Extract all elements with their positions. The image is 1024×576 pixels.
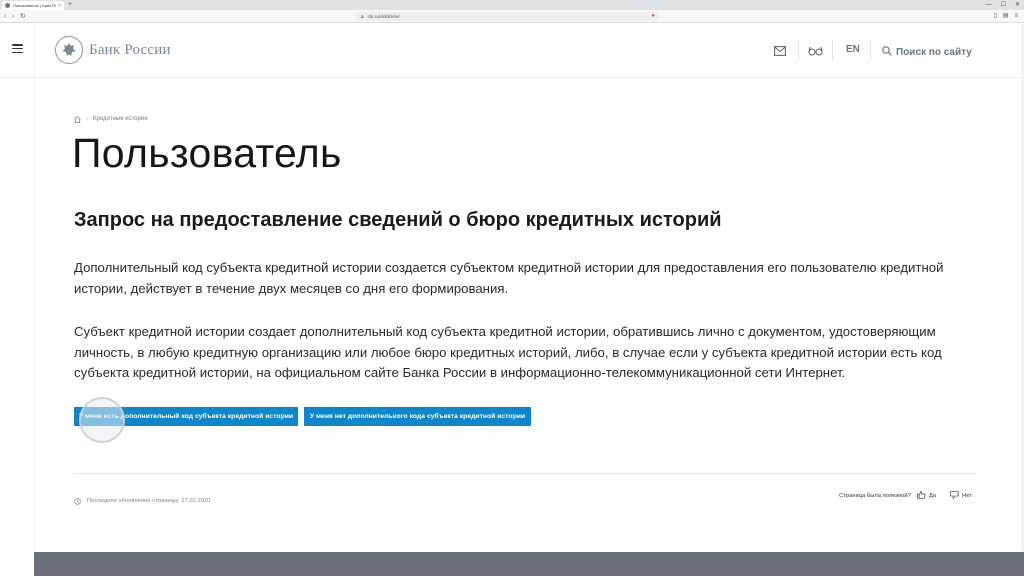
extension-icon[interactable]: ● <box>651 13 655 19</box>
feedback-yes-label: Да <box>928 493 937 499</box>
clock-icon <box>74 492 81 510</box>
sidebar-toggle-icon[interactable]: ▯ <box>994 11 997 22</box>
breadcrumb: › Кредитные истории <box>74 110 148 128</box>
search-label: Поиск по сайту <box>896 46 972 58</box>
back-button[interactable]: ‹ <box>4 11 6 22</box>
maximize-button[interactable]: ☐ <box>1001 0 1006 10</box>
reload-button[interactable]: ↻ <box>20 11 26 22</box>
search-icon <box>882 43 892 61</box>
has-code-button[interactable]: У меня есть дополнительный код субъекта … <box>74 407 298 426</box>
favicon-icon <box>5 3 10 8</box>
close-window-button[interactable]: ✕ <box>1015 0 1020 10</box>
browser-menu-icon[interactable]: ≡ <box>1014 11 1018 22</box>
language-switch[interactable]: EN <box>846 44 860 55</box>
header-separator <box>798 40 799 60</box>
bank-logo[interactable]: Банк России <box>55 36 171 64</box>
last-updated: Последнее обновление страницы: 27.02.202… <box>74 492 210 510</box>
reading-mode-icon[interactable]: ▤ <box>1003 11 1009 22</box>
site-search[interactable]: Поиск по сайту <box>882 43 972 61</box>
minimize-button[interactable]: — <box>986 0 992 10</box>
address-bar[interactable]: 🔒︎ cbr.ru/ckki/ckim/ ● <box>356 12 659 21</box>
details-paragraph: Субъект кредитной истории создает дополн… <box>74 324 942 380</box>
glasses-icon[interactable] <box>808 43 823 61</box>
thumbs-down-icon <box>950 491 959 501</box>
last-updated-text: Последнее обновление страницы: 27.02.202… <box>87 498 211 504</box>
window-controls: — ☐ ✕ <box>986 0 1020 10</box>
new-tab-button[interactable]: + <box>68 0 72 10</box>
site-header: Банк России EN Поиск по сайту <box>0 24 1024 78</box>
page-title: Пользователь <box>72 130 342 176</box>
home-icon[interactable] <box>74 110 81 128</box>
menu-icon[interactable] <box>12 44 23 53</box>
url-text: cbr.ru/ckki/ckim/ <box>367 14 400 19</box>
tab-close-icon[interactable]: × <box>58 3 61 9</box>
feedback-no-button[interactable]: Нет <box>950 491 972 501</box>
site-footer <box>34 552 1024 576</box>
header-separator <box>870 40 871 60</box>
section-subtitle: Запрос на предоставление сведений о бюро… <box>74 209 722 231</box>
browser-tabstrip: Пользователь | Банк Ро... × + — ☐ ✕ <box>0 0 1024 10</box>
lock-icon: 🔒︎ <box>361 13 364 20</box>
intro-paragraph: Дополнительный код субъекта кредитной ис… <box>74 260 944 296</box>
toolbar-actions: ▯ ▤ ≡ <box>994 11 1019 22</box>
breadcrumb-separator: › <box>86 116 88 122</box>
feedback-question: Страница была полезной? <box>839 493 911 499</box>
browser-toolbar: ‹ › ↻ 🔒︎ cbr.ru/ckki/ckim/ ● ▯ ▤ ≡ <box>0 10 1024 23</box>
feedback-yes-button[interactable]: Да <box>917 491 936 501</box>
header-separator <box>832 40 833 60</box>
browser-tab[interactable]: Пользователь | Банк Ро... × <box>2 1 64 10</box>
sidebar-divider <box>34 24 35 552</box>
no-code-button[interactable]: У меня нет дополнительного кода субъекта… <box>304 407 531 426</box>
content-divider <box>74 473 976 474</box>
page-feedback: Страница была полезной? Да Нет <box>839 491 972 501</box>
breadcrumb-link[interactable]: Кредитные истории <box>93 116 148 122</box>
forward-button[interactable]: › <box>12 11 14 22</box>
logo-text: Банк России <box>89 41 171 58</box>
thumbs-up-icon <box>917 491 926 501</box>
feedback-no-label: Нет <box>962 493 972 499</box>
bank-emblem-icon <box>55 36 83 64</box>
tab-title: Пользователь | Банк Ро... <box>13 3 57 8</box>
mail-icon[interactable] <box>774 43 786 61</box>
